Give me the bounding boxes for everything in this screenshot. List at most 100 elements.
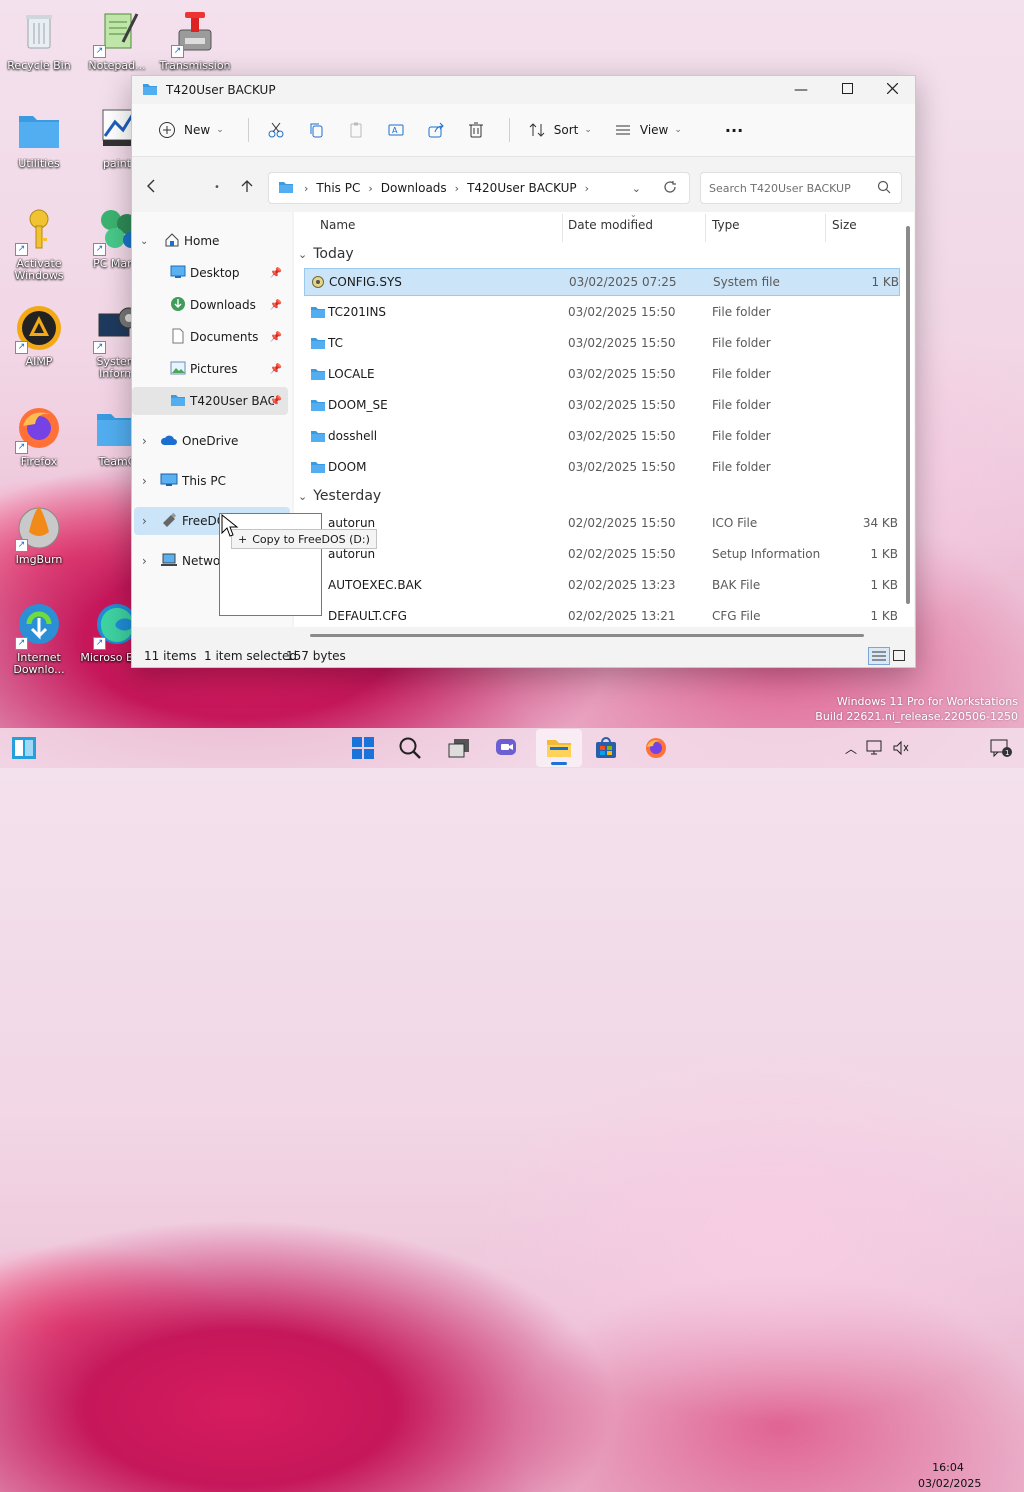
file-name: autorun <box>328 516 376 530</box>
breadcrumb-this-pc[interactable]: This PC <box>316 181 360 195</box>
gear-file-icon <box>311 275 325 292</box>
file-row[interactable]: LOCALE 03/02/2025 15:50 File folder <box>304 361 898 387</box>
task-view-button[interactable] <box>443 734 475 762</box>
details-view-icon <box>872 651 886 661</box>
display-tray-icon[interactable] <box>864 734 886 762</box>
file-name: DOOM_SE <box>328 398 388 412</box>
share-button[interactable] <box>419 114 453 146</box>
notifications-button[interactable]: 1 <box>988 734 1014 762</box>
chevron-right-icon[interactable]: › <box>142 434 154 448</box>
file-explorer-taskbar-button[interactable] <box>536 729 582 767</box>
desktop-icon-notepad[interactable]: ↗ Notepad... <box>80 8 154 72</box>
column-header-type[interactable]: Type <box>712 218 740 232</box>
nav-desktop[interactable]: Desktop 📌 <box>132 259 288 287</box>
volume-tray-icon[interactable] <box>890 734 912 762</box>
desktop-icon-aimp[interactable]: ↗ AIMP <box>2 304 76 368</box>
widgets-button[interactable] <box>8 734 40 762</box>
watermark-line-1: Windows 11 Pro for Workstations <box>836 695 1018 708</box>
maximize-button[interactable] <box>824 76 870 104</box>
desktop-icon-imgburn[interactable]: ↗ ImgBurn <box>2 502 76 566</box>
desktop-icon-transmission[interactable]: ↗ Transmission <box>158 8 232 72</box>
drag-tooltip: + Copy to FreeDOS (D:) <box>231 529 377 549</box>
desktop-icon-recycle-bin[interactable]: Recycle Bin <box>2 8 76 72</box>
breadcrumb-downloads[interactable]: Downloads <box>381 181 447 195</box>
file-row[interactable]: autorun 02/02/2025 15:50 Setup Information… <box>304 541 898 567</box>
pin-icon: 📌 <box>269 299 282 311</box>
new-button[interactable]: New ⌄ <box>150 114 232 146</box>
file-row[interactable]: DOOM_SE 03/02/2025 15:50 File folder <box>304 392 898 418</box>
nav-pictures[interactable]: Pictures 📌 <box>132 355 288 383</box>
breadcrumb-current-folder[interactable]: T420User BACKUP <box>467 181 577 195</box>
file-row[interactable]: autorun 02/02/2025 15:50 ICO File 34 KB <box>304 510 898 536</box>
nav-onedrive[interactable]: › OneDrive <box>132 427 288 455</box>
file-row[interactable]: DOOM 03/02/2025 15:50 File folder <box>304 454 898 480</box>
sort-icon <box>528 121 546 139</box>
file-type: File folder <box>712 398 771 412</box>
chevron-right-icon[interactable]: › <box>142 554 154 568</box>
cut-button[interactable] <box>259 114 293 146</box>
nav-documents[interactable]: Documents 📌 <box>132 323 288 351</box>
nav-downloads[interactable]: Downloads 📌 <box>132 291 288 319</box>
paste-button[interactable] <box>339 114 373 146</box>
file-row[interactable]: CONFIG.SYS 03/02/2025 07:25 System file 1 K… <box>304 268 900 296</box>
desktop-icon-internet-download-manager[interactable]: ↗ Internet Downlo... <box>2 600 76 676</box>
nav-t420user-backup[interactable]: T420User BACKUP 📌 <box>132 387 288 415</box>
delete-button[interactable] <box>459 114 493 146</box>
pin-icon: 📌 <box>269 395 282 407</box>
view-button[interactable]: View ⌄ <box>606 114 690 146</box>
group-header-today[interactable]: ⌄ Today <box>298 246 354 262</box>
file-name: TC <box>328 336 344 350</box>
file-row[interactable]: DEFAULT.CFG 02/02/2025 13:21 CFG File 1 KB <box>304 603 898 627</box>
file-row[interactable]: TC201INS 03/02/2025 15:50 File folder <box>304 299 898 325</box>
horizontal-scrollbar[interactable] <box>310 634 864 637</box>
file-row[interactable]: dosshell 03/02/2025 15:50 File folder <box>304 423 898 449</box>
show-hidden-icons-button[interactable]: ︿ <box>842 734 860 762</box>
system-clock[interactable]: 16:04 03/02/2025 <box>918 1460 981 1492</box>
address-dropdown-icon[interactable]: ⌄ <box>632 182 641 195</box>
minimize-button[interactable]: — <box>778 76 824 104</box>
vertical-scrollbar[interactable] <box>906 226 910 604</box>
details-view-button[interactable] <box>868 647 890 665</box>
nav-home[interactable]: ⌄ Home <box>132 227 288 255</box>
more-options-button[interactable]: ··· <box>717 114 751 146</box>
chevron-up-icon: ︿ <box>844 741 857 756</box>
shortcut-arrow-icon: ↗ <box>15 637 28 650</box>
rename-button[interactable]: A <box>379 114 413 146</box>
desktop-icon-utilities[interactable]: Utilities <box>2 106 76 170</box>
drag-tooltip-text: Copy to FreeDOS (D:) <box>252 532 370 546</box>
group-header-yesterday[interactable]: ⌄ Yesterday <box>298 488 381 504</box>
nav-this-pc[interactable]: › This PC <box>132 467 288 495</box>
search-box[interactable]: Search T420User BACKUP <box>700 172 902 204</box>
forward-button[interactable]: • <box>202 172 232 202</box>
microsoft-store-button[interactable] <box>590 734 622 762</box>
shortcut-arrow-icon: ↗ <box>171 45 184 58</box>
file-row[interactable]: AUTOEXEC.BAK 02/02/2025 13:23 BAK File 1 KB <box>304 572 898 598</box>
column-header-size[interactable]: Size <box>832 218 857 232</box>
desktop-icon-activate-windows[interactable]: ↗ Activate Windows <box>2 206 76 282</box>
tiles-view-button[interactable] <box>892 648 906 662</box>
pin-icon: 📌 <box>269 331 282 343</box>
chevron-down-icon[interactable]: ⌄ <box>140 236 152 247</box>
file-row[interactable]: TC 03/02/2025 15:50 File folder <box>304 330 898 356</box>
column-header-date[interactable]: Date modified <box>568 218 653 232</box>
address-bar[interactable]: › This PC › Downloads › T420User BACKUP … <box>268 172 690 204</box>
desktop-icon-firefox[interactable]: ↗ Firefox <box>2 404 76 468</box>
search-button[interactable] <box>394 734 426 762</box>
close-button[interactable] <box>869 76 915 104</box>
chevron-right-icon[interactable]: › <box>142 514 154 528</box>
shortcut-arrow-icon: ↗ <box>93 243 106 256</box>
back-button[interactable] <box>136 172 166 202</box>
chevron-right-icon[interactable]: › <box>142 474 154 488</box>
rename-icon: A <box>387 121 405 139</box>
firefox-taskbar-button[interactable] <box>640 734 672 762</box>
sort-button[interactable]: Sort ⌄ <box>520 114 600 146</box>
refresh-icon[interactable] <box>663 180 677 197</box>
up-button[interactable] <box>232 172 262 202</box>
start-button[interactable] <box>347 734 379 762</box>
teams-chat-button[interactable] <box>490 734 522 762</box>
network-icon <box>160 553 178 570</box>
svg-text:A: A <box>392 126 398 135</box>
copy-button[interactable] <box>299 114 333 146</box>
column-header-name[interactable]: Name <box>320 218 355 232</box>
group-yesterday-label: Yesterday <box>313 488 382 504</box>
